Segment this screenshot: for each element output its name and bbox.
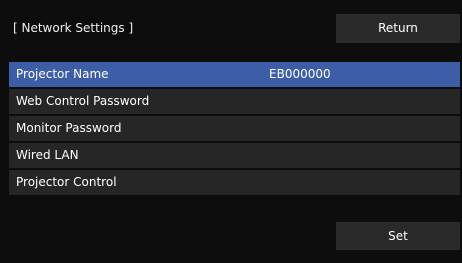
menu-item-label: Monitor Password — [16, 121, 122, 135]
menu-item-label: Projector Name — [16, 67, 109, 81]
set-button[interactable]: Set — [336, 222, 460, 250]
menu-item-wired-lan[interactable]: Wired LAN — [9, 143, 460, 168]
menu-item-label: Projector Control — [16, 175, 117, 189]
menu-item-projector-control[interactable]: Projector Control — [9, 170, 460, 195]
menu-item-projector-name[interactable]: Projector Name EB000000 — [9, 62, 460, 87]
menu-item-web-control-password[interactable]: Web Control Password — [9, 89, 460, 114]
return-button[interactable]: Return — [336, 14, 460, 43]
page-title: [ Network Settings ] — [13, 21, 134, 35]
network-settings-screen: [ Network Settings ] Return Projector Na… — [0, 0, 462, 263]
menu-item-monitor-password[interactable]: Monitor Password — [9, 116, 460, 141]
settings-menu: Projector Name EB000000 Web Control Pass… — [9, 62, 460, 197]
menu-item-label: Web Control Password — [16, 94, 150, 108]
menu-item-label: Wired LAN — [16, 148, 79, 162]
projector-name-value: EB000000 — [269, 67, 331, 81]
